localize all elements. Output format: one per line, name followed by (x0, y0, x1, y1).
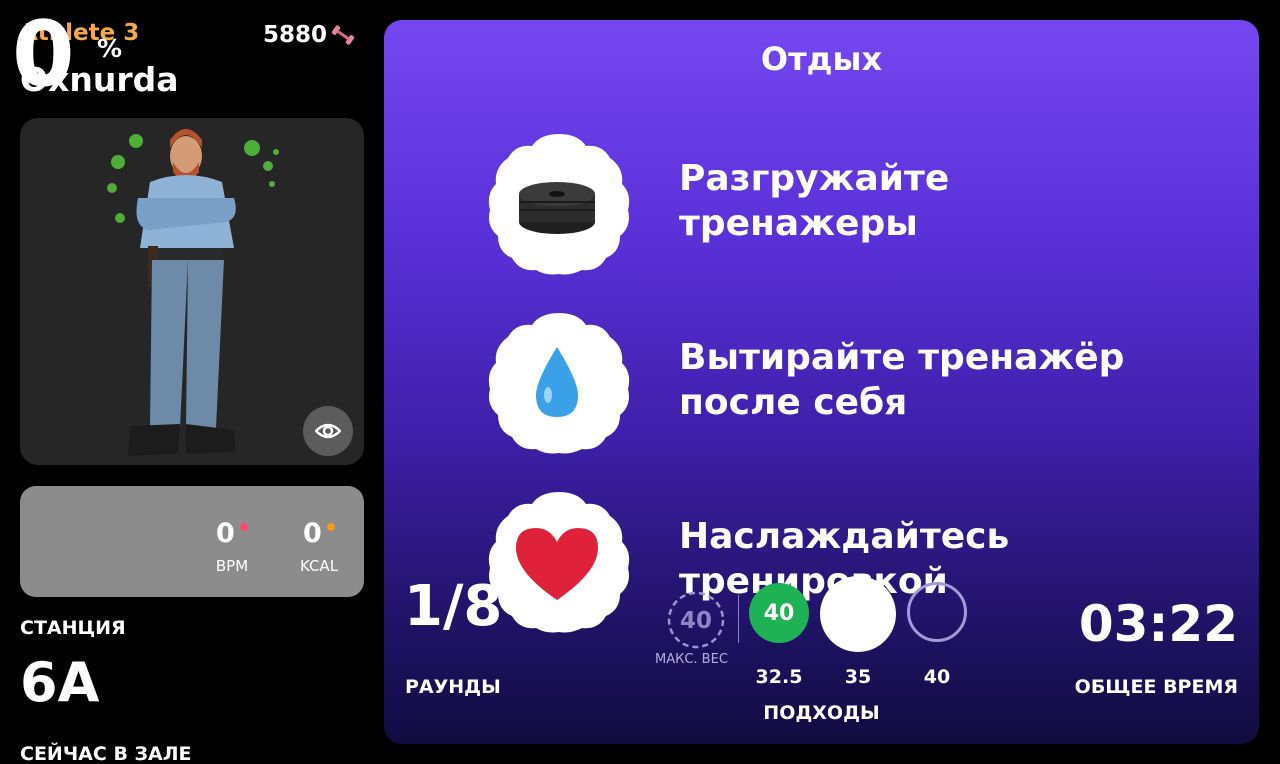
sets-label: ПОДХОДЫ (763, 702, 880, 724)
tip-badge-heart (488, 492, 630, 633)
bpm-value: 0 (216, 518, 235, 549)
set-1-value: 40 (763, 600, 795, 626)
station-label: СТАНЦИЯ (20, 617, 126, 639)
bpm-label: BPM (215, 557, 249, 575)
set-1-weight: 32.5 (755, 666, 803, 688)
tip-text-2: Вытирайте тренажёр после себя (679, 335, 1124, 425)
total-time-label: ОБЩЕЕ ВРЕМЯ (1074, 676, 1238, 698)
max-weight-circle: 40 (667, 591, 725, 649)
total-time-value: 03:22 (1078, 595, 1238, 653)
now-in-gym-label: СЕЙЧАС В ЗАЛЕ (20, 743, 192, 764)
sets-divider (738, 595, 739, 643)
rounds-label: РАУНДЫ (405, 676, 501, 698)
tip-badge-drop (488, 313, 630, 454)
station-value: 6A (20, 651, 100, 714)
view-avatar-button[interactable] (303, 406, 353, 456)
kcal-metric: 0 KCAL (292, 518, 346, 576)
effort-percent-sign: % (97, 34, 123, 63)
points-counter: 5880 (263, 22, 356, 48)
heart-dot-icon (239, 523, 248, 531)
points-value: 5880 (263, 22, 328, 48)
tip-badge-weights (488, 134, 630, 275)
tip-2-line-1: Вытирайте тренажёр (679, 337, 1125, 378)
max-weight-value: 40 (680, 608, 712, 634)
flame-dot-icon (326, 523, 335, 531)
effort-percent-value: 0 (12, 2, 75, 107)
tip-text-1: Разгружайте тренажеры (679, 156, 949, 246)
weight-plates-icon (519, 182, 595, 234)
tip-1-line-2: тренажеры (679, 203, 918, 244)
set-2-active[interactable] (820, 576, 896, 652)
kcal-label: KCAL (299, 557, 339, 575)
tip-2-line-2: после себя (679, 382, 908, 423)
dumbbell-icon (331, 25, 355, 45)
tip-1-line-1: Разгружайте (679, 158, 950, 199)
panel-title: Отдых (760, 40, 883, 78)
set-2-weight: 35 (844, 666, 872, 688)
set-1-done[interactable]: 40 (749, 583, 809, 643)
tip-3-line-1: Наслаждайтесь (679, 516, 1010, 557)
max-weight-label: МАКС. ВЕС (655, 652, 728, 667)
rounds-value: 1/8 (404, 574, 503, 639)
eye-icon (315, 423, 341, 439)
bpm-metric: 0 BPM (207, 518, 257, 576)
kcal-value: 0 (303, 518, 322, 549)
set-3-pending[interactable] (907, 582, 967, 642)
set-3-weight: 40 (923, 666, 951, 688)
